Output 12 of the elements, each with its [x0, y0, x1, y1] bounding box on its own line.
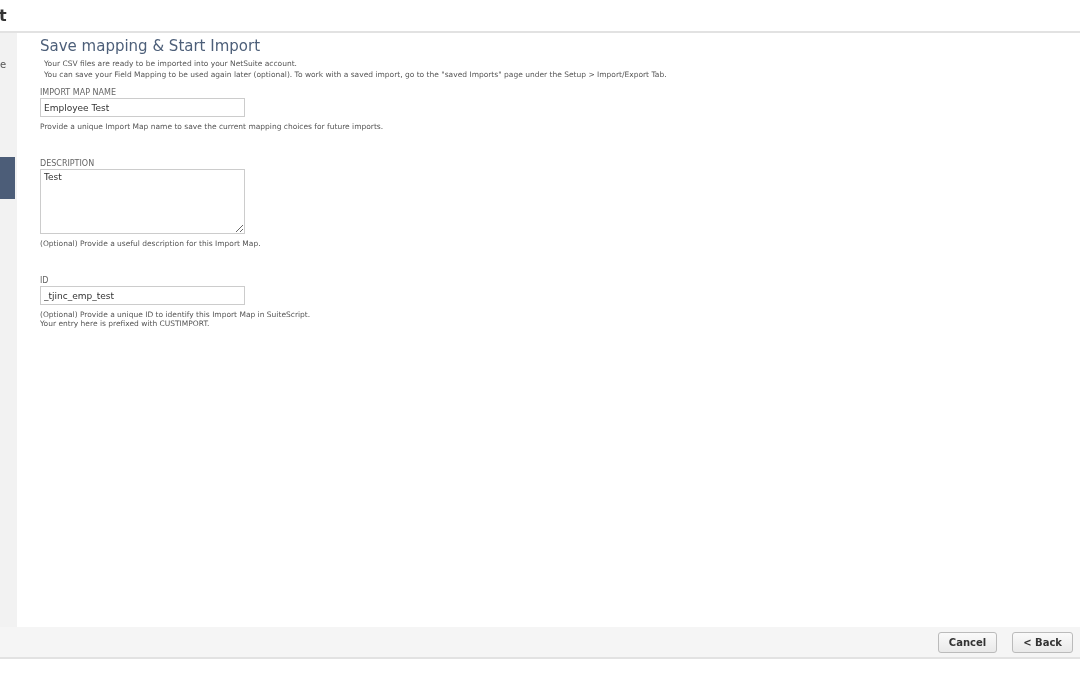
footer-button[interactable]: Cancel: [937, 631, 998, 653]
input-field[interactable]: Employee Test: [40, 98, 245, 117]
description-field[interactable]: Test: [40, 169, 245, 234]
input-field[interactable]: _tjinc_emp_test: [40, 286, 245, 305]
footer-button[interactable]: < Back: [1012, 631, 1073, 653]
field-label: ID: [40, 276, 50, 286]
header-title: t: [0, 6, 7, 25]
sidebar-text: e: [0, 59, 7, 70]
field-label: DESCRIPTION: [40, 159, 96, 169]
page-title: Save mapping & Start Import: [40, 37, 262, 55]
sidebar-highlight: [0, 157, 15, 199]
field-label: IMPORT MAP NAME: [40, 88, 117, 98]
